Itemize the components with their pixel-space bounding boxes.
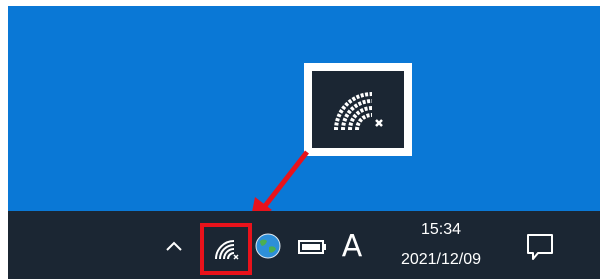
clock[interactable]: 15:34 2021/12/09 (376, 218, 506, 276)
battery-icon (298, 240, 326, 254)
action-center-button[interactable] (523, 232, 557, 262)
chevron-up-icon (166, 241, 182, 251)
wifi-icon (215, 240, 239, 260)
network-button[interactable] (200, 223, 252, 275)
clock-time: 15:34 (420, 221, 462, 238)
battery-button[interactable] (298, 239, 328, 255)
globe-icon (255, 233, 281, 259)
clock-date: 2021/12/09 (400, 251, 482, 268)
ime-mode-indicator[interactable]: A (338, 227, 366, 267)
action-center-icon (527, 234, 553, 260)
show-hidden-icons-button[interactable] (163, 235, 185, 257)
language-button[interactable] (255, 233, 281, 259)
